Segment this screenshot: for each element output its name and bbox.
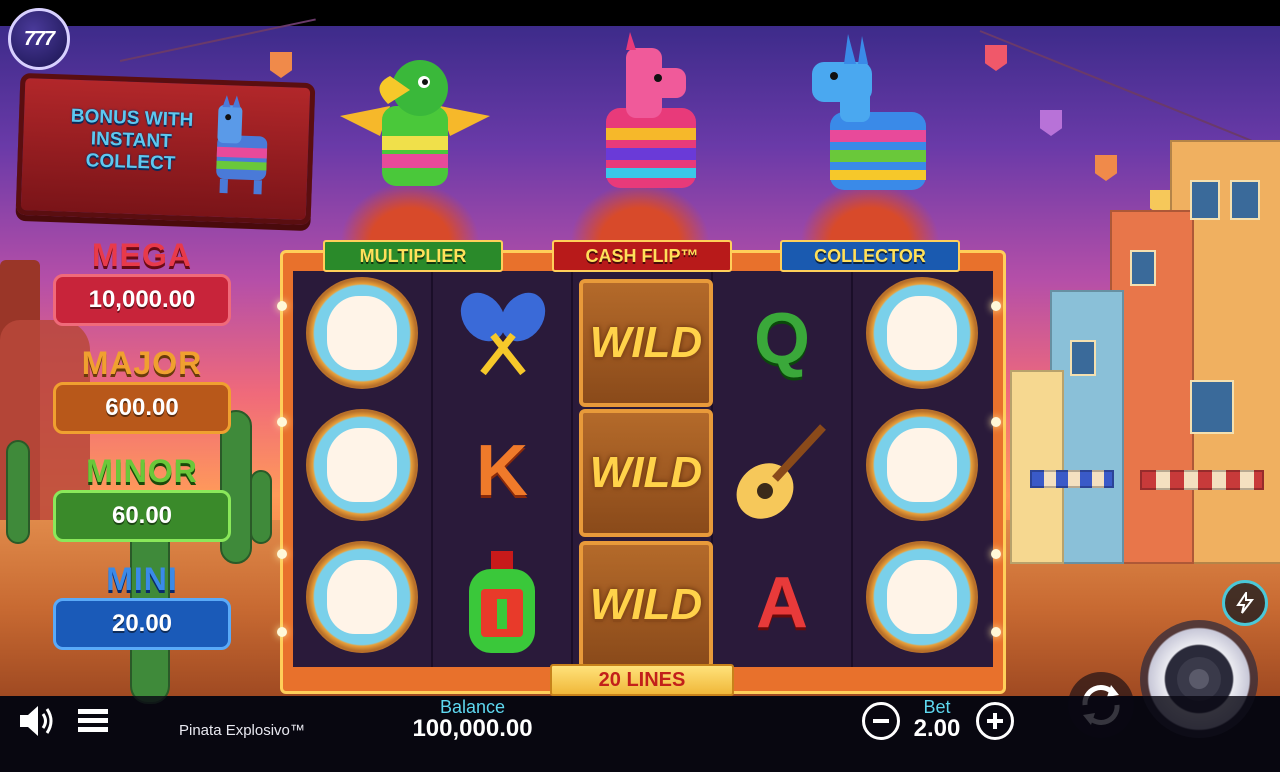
skull-symbol	[866, 277, 978, 389]
feature-cash-flip: CASH FLIP™	[552, 240, 732, 272]
frame-lamp	[991, 627, 1001, 637]
cactus	[6, 440, 30, 544]
turbo-button[interactable]	[1222, 580, 1268, 626]
window	[1190, 380, 1234, 434]
awning	[1030, 470, 1114, 488]
balance-value: 100,000.00	[412, 715, 533, 742]
jackpot-value: 20.00	[53, 598, 231, 650]
game-stage: 777 BONUS WITH INSTANT COLLECT MEGA 10,0…	[0, 0, 1280, 772]
wild-symbol: WILD	[579, 541, 713, 669]
bet-plus-icon	[987, 713, 1003, 729]
reel-5	[853, 271, 991, 667]
skull-symbol	[306, 277, 418, 389]
frame-lamp	[277, 417, 287, 427]
guitar-icon	[736, 424, 826, 519]
feature-collector: COLLECTOR	[780, 240, 960, 272]
frame-lamp	[991, 301, 1001, 311]
llama-pinata-icon	[606, 32, 696, 188]
window	[1070, 340, 1096, 376]
sound-icon[interactable]	[16, 702, 56, 740]
jackpot-title: MINI	[106, 561, 178, 597]
skull-symbol	[866, 409, 978, 521]
jackpot-major: MAJOR 600.00	[52, 346, 232, 434]
donkey-pinata-icon	[812, 34, 926, 190]
jackpot-mini: MINI 20.00	[52, 562, 232, 650]
bonus-sign-text: BONUS WITH INSTANT COLLECT	[70, 105, 194, 175]
bet-plus-button[interactable]	[976, 702, 1014, 740]
turbo-icon	[1236, 592, 1255, 614]
wild-symbol: WILD	[579, 279, 713, 407]
bet-value: 2.00	[913, 715, 961, 742]
letter-q-symbol: Q	[753, 299, 810, 379]
wild-symbol: WILD	[579, 409, 713, 537]
letter-a-symbol: A	[756, 563, 808, 643]
jackpot-title: MINOR	[86, 453, 198, 489]
bet-minus-button[interactable]	[862, 702, 900, 740]
jackpot-value: 60.00	[53, 490, 231, 542]
reel-2: K	[433, 271, 573, 667]
brand-logo[interactable]: 777	[8, 8, 70, 70]
frame-lamp	[277, 301, 287, 311]
menu-icon[interactable]	[78, 707, 108, 735]
window	[1130, 250, 1156, 286]
town-buildings	[990, 140, 1280, 570]
reel-1	[293, 271, 433, 667]
bet-minus-icon	[873, 719, 889, 723]
jackpot-mega: MEGA 10,000.00	[52, 238, 232, 326]
frame-lamp	[277, 627, 287, 637]
awning	[1140, 470, 1264, 490]
jackpot-value: 10,000.00	[53, 274, 231, 326]
jackpot-value: 600.00	[53, 382, 231, 434]
top-bar	[0, 0, 1280, 26]
frame-lamp	[277, 549, 287, 559]
reels-frame: K WILD WILD WILD Q A	[277, 250, 1006, 694]
window	[1230, 180, 1260, 220]
skull-symbol	[866, 541, 978, 653]
maracas-icon	[460, 292, 546, 376]
skull-symbol	[306, 541, 418, 653]
frame-lamp	[991, 417, 1001, 427]
building	[1010, 370, 1064, 564]
reels-grid: K WILD WILD WILD Q A	[293, 271, 993, 669]
skull-symbol	[306, 409, 418, 521]
window	[1190, 180, 1220, 220]
letter-k-symbol: K	[476, 431, 528, 511]
parrot-pinata-icon	[340, 60, 490, 186]
jackpot-minor: MINOR 60.00	[52, 454, 232, 542]
paylines-banner: 20 LINES	[550, 664, 734, 696]
donkey-pinata-icon	[216, 95, 268, 195]
bottle-icon	[469, 551, 535, 653]
jackpot-title: MEGA	[92, 237, 192, 273]
frame-lamp	[991, 549, 1001, 559]
reel-3: WILD WILD WILD	[573, 271, 713, 669]
bonus-sign: BONUS WITH INSTANT COLLECT	[15, 72, 316, 226]
feature-multiplier: MULTIPLIER	[323, 240, 503, 272]
reel-4: Q A	[713, 271, 853, 667]
game-name: Pinata Explosivo™	[179, 722, 305, 739]
cactus	[250, 470, 272, 544]
jackpot-title: MAJOR	[81, 345, 203, 381]
